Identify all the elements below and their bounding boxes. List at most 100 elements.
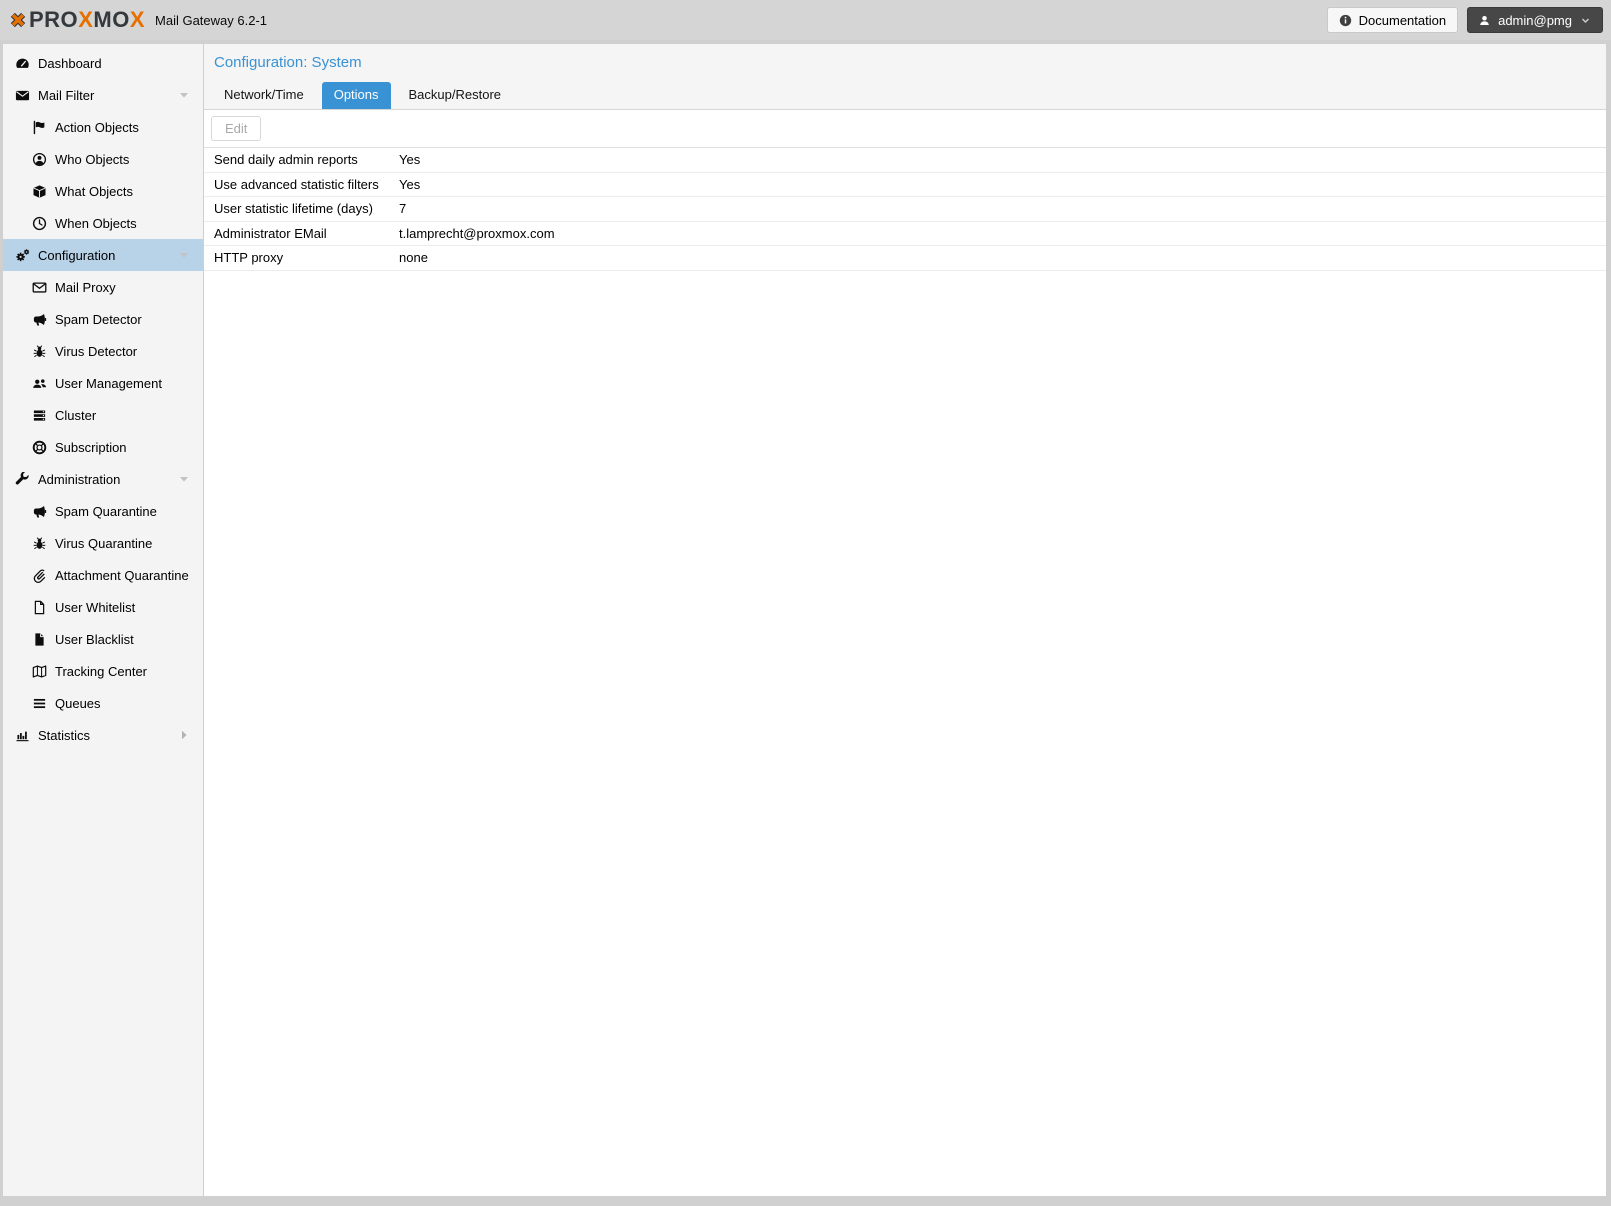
option-row-administrator-email[interactable]: Administrator EMail t.lamprecht@proxmox.c… <box>204 222 1606 246</box>
bar-chart-icon <box>15 728 30 743</box>
documentation-label: Documentation <box>1358 12 1447 28</box>
wrench-icon <box>15 471 30 487</box>
bullhorn-icon <box>32 504 47 519</box>
option-value: t.lamprecht@proxmox.com <box>399 225 555 241</box>
proxmox-x-icon <box>10 12 26 28</box>
option-value: Yes <box>399 176 421 192</box>
cube-icon <box>32 184 47 199</box>
option-label: Use advanced statistic filters <box>214 176 379 192</box>
sidebar-item-mail-filter[interactable]: Mail Filter <box>3 79 203 111</box>
sidebar-item-who-objects[interactable]: Who Objects <box>3 143 203 175</box>
topbar: PROXMOX Mail Gateway 6.2-1 Documentation… <box>0 0 1611 40</box>
sidebar-item-label: Cluster <box>55 407 97 423</box>
sidebar-item-user-management[interactable]: User Management <box>3 367 203 399</box>
options-table: Send daily admin reports Yes Use advanced … <box>204 148 1606 271</box>
sidebar-item-spam-detector[interactable]: Spam Detector <box>3 303 203 335</box>
page-title: Configuration: System <box>214 54 362 71</box>
sidebar-item-label: Tracking Center <box>55 663 147 679</box>
clock-icon <box>32 216 47 231</box>
product-version-label: Mail Gateway 6.2-1 <box>155 12 268 28</box>
bug-icon <box>32 344 47 359</box>
brand-name-segment: X <box>129 7 146 32</box>
chevron-right-icon[interactable] <box>178 729 190 741</box>
info-icon <box>1339 14 1352 27</box>
tab-bar: Network/Time Options Backup/Restore <box>214 82 1596 109</box>
tab-backup-restore[interactable]: Backup/Restore <box>409 82 502 109</box>
sidebar-item-what-objects[interactable]: What Objects <box>3 175 203 207</box>
sidebar-item-label: Dashboard <box>38 55 102 71</box>
sidebar-item-spam-quarantine[interactable]: Spam Quarantine <box>3 495 203 527</box>
documentation-button[interactable]: Documentation <box>1326 7 1459 33</box>
option-value: none <box>399 250 428 266</box>
sidebar-item-configuration[interactable]: Configuration <box>3 239 203 271</box>
option-row-use-advanced-statistic-filters[interactable]: Use advanced statistic filters Yes <box>204 173 1606 197</box>
sidebar-item-queues[interactable]: Queues <box>3 687 203 719</box>
sidebar-item-attachment-quarantine[interactable]: Attachment Quarantine <box>3 559 203 591</box>
sidebar-item-label: Subscription <box>55 439 127 455</box>
sidebar-item-label: Virus Detector <box>55 343 138 359</box>
sidebar-item-administration[interactable]: Administration <box>3 463 203 495</box>
sidebar-item-virus-detector[interactable]: Virus Detector <box>3 335 203 367</box>
chevron-down-icon[interactable] <box>178 89 190 101</box>
sidebar-item-tracking-center[interactable]: Tracking Center <box>3 655 203 687</box>
bug-icon <box>32 536 47 551</box>
life-ring-icon <box>32 440 47 455</box>
sidebar-item-label: Statistics <box>38 727 91 743</box>
chevron-down-icon[interactable] <box>178 249 190 261</box>
user-menu-label: admin@pmg <box>1498 12 1572 28</box>
user-menu-button[interactable]: admin@pmg <box>1467 7 1603 33</box>
sidebar-item-user-blacklist[interactable]: User Blacklist <box>3 623 203 655</box>
option-row-send-daily-admin-reports[interactable]: Send daily admin reports Yes <box>204 148 1606 173</box>
options-toolbar: Edit <box>204 110 1606 148</box>
content-header: Configuration: System Network/Time Optio… <box>204 44 1606 110</box>
sidebar-item-user-whitelist[interactable]: User Whitelist <box>3 591 203 623</box>
sidebar-item-label: What Objects <box>55 183 134 199</box>
sidebar-item-label: Action Objects <box>55 119 139 135</box>
option-row-http-proxy[interactable]: HTTP proxy none <box>204 246 1606 271</box>
sidebar-item-mail-proxy[interactable]: Mail Proxy <box>3 271 203 303</box>
tab-options[interactable]: Options <box>321 82 391 109</box>
sidebar-nav: Dashboard Mail Filter Action Objects Who Ob… <box>3 44 204 1196</box>
option-value: Yes <box>399 152 421 168</box>
sidebar-item-subscription[interactable]: Subscription <box>3 431 203 463</box>
sidebar-item-virus-quarantine[interactable]: Virus Quarantine <box>3 527 203 559</box>
brand-name-segment: X <box>78 7 94 32</box>
file-outline-icon <box>32 600 47 615</box>
envelope-icon <box>15 88 30 103</box>
bars-icon <box>32 696 47 711</box>
main-content: Configuration: System Network/Time Optio… <box>204 44 1606 1196</box>
sidebar-item-cluster[interactable]: Cluster <box>3 399 203 431</box>
sidebar-item-dashboard[interactable]: Dashboard <box>3 47 203 79</box>
option-label: User statistic lifetime (days) <box>214 201 373 217</box>
paperclip-icon <box>32 568 47 583</box>
option-row-user-statistic-lifetime-days[interactable]: User statistic lifetime (days) 7 <box>204 197 1606 222</box>
brand-name: PROXMOX <box>29 9 145 31</box>
tab-network-time[interactable]: Network/Time <box>224 82 304 109</box>
edit-button[interactable]: Edit <box>211 116 262 141</box>
user-circle-icon <box>32 152 47 167</box>
tachometer-icon <box>15 56 30 71</box>
sidebar-item-label: Virus Quarantine <box>55 535 153 551</box>
option-value: 7 <box>399 201 407 217</box>
proxmox-logo: PROXMOX <box>10 9 145 31</box>
user-icon <box>1478 14 1491 27</box>
sidebar-item-statistics[interactable]: Statistics <box>3 719 203 751</box>
sidebar-item-action-objects[interactable]: Action Objects <box>3 111 203 143</box>
sidebar-item-when-objects[interactable]: When Objects <box>3 207 203 239</box>
sidebar-item-label: Spam Detector <box>55 311 142 327</box>
sidebar-item-label: User Whitelist <box>55 599 136 615</box>
option-label: Administrator EMail <box>214 225 327 241</box>
sidebar-item-label: Attachment Quarantine <box>55 567 189 583</box>
sidebar-item-label: User Management <box>55 375 162 391</box>
chevron-down-icon <box>1579 14 1592 27</box>
flag-icon <box>32 120 47 135</box>
sidebar-item-label: Configuration <box>38 247 116 263</box>
bullhorn-icon <box>32 312 47 327</box>
chevron-down-icon[interactable] <box>178 473 190 485</box>
brand-name-segment: MO <box>93 7 130 32</box>
sidebar-item-label: Mail Filter <box>38 87 95 103</box>
sidebar-item-label: User Blacklist <box>55 631 134 647</box>
server-icon <box>32 408 47 423</box>
sidebar-item-label: Administration <box>38 471 121 487</box>
option-label: Send daily admin reports <box>214 152 358 168</box>
